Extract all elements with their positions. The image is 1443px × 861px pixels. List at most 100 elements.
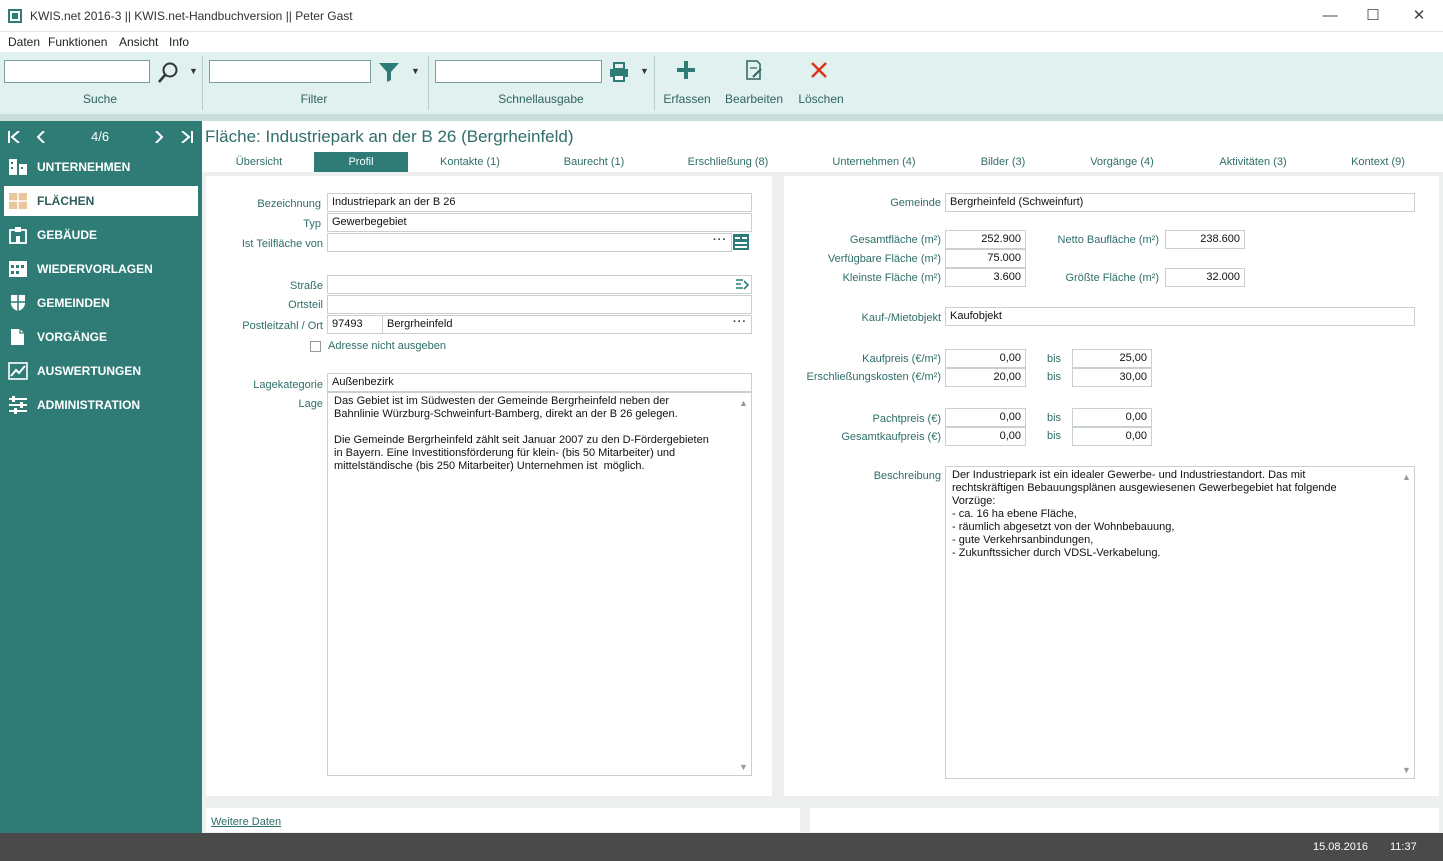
- sidebar-item-label: GEBÄUDE: [37, 228, 98, 242]
- kaufpreis-von-field[interactable]: 0,00: [945, 349, 1026, 368]
- ort-field[interactable]: Bergrheinfeld: [382, 315, 752, 334]
- sidebar-item-flaechen[interactable]: FLÄCHEN: [4, 186, 198, 216]
- tab-profil[interactable]: Profil: [314, 152, 408, 172]
- tab-baurecht[interactable]: Baurecht (1): [546, 152, 642, 172]
- sidebar-item-vorgaenge[interactable]: VORGÄNGE: [4, 322, 198, 352]
- erschliessung-von-field[interactable]: 20,00: [945, 368, 1026, 387]
- first-record-icon[interactable]: [7, 131, 21, 143]
- page-title: Fläche: Industriepark an der B 26 (Bergr…: [205, 127, 574, 146]
- netto-field[interactable]: 238.600: [1165, 230, 1245, 249]
- strasse-label: Straße: [289, 280, 323, 292]
- sidebar-item-administration[interactable]: ADMINISTRATION: [4, 390, 198, 420]
- tab-vorgaenge[interactable]: Vorgänge (4): [1078, 152, 1166, 172]
- close-button[interactable]: ✕: [1396, 0, 1442, 32]
- quickprint-input[interactable]: [435, 60, 602, 83]
- tab-kontakte[interactable]: Kontakte (1): [422, 152, 518, 172]
- last-record-icon[interactable]: [180, 131, 194, 143]
- delete-icon[interactable]: [810, 61, 828, 79]
- area-icon: [9, 193, 27, 209]
- tab-aktivitaeten[interactable]: Aktivitäten (3): [1208, 152, 1298, 172]
- verfuegbar-field[interactable]: 75.000: [945, 249, 1026, 268]
- beschreibung-textarea[interactable]: Der Industriepark ist ein idealer Gewerb…: [945, 466, 1415, 779]
- calendar-icon: [9, 261, 27, 277]
- search-icon[interactable]: [156, 61, 180, 85]
- kaufpreis-label: Kaufpreis (€/m²): [862, 353, 941, 365]
- ortsteil-label: Ortsteil: [288, 299, 323, 311]
- status-date: 15.08.2016: [1313, 841, 1369, 853]
- menu-daten[interactable]: Daten: [8, 35, 40, 49]
- teilflaeche-field[interactable]: [327, 233, 732, 252]
- select-list-icon[interactable]: [733, 234, 749, 250]
- sidebar-item-gemeinden[interactable]: GEMEINDEN: [4, 288, 198, 318]
- typ-field[interactable]: Gewerbegebiet: [327, 213, 752, 232]
- adresse-checkbox-label: Adresse nicht ausgeben: [328, 340, 447, 352]
- lagekategorie-label: Lagekategorie: [253, 379, 323, 391]
- sidebar-item-gebaeude[interactable]: GEBÄUDE: [4, 220, 198, 250]
- scroll-down-icon[interactable]: ▼: [1402, 765, 1411, 775]
- lagekategorie-field[interactable]: Außenbezirk: [327, 373, 752, 392]
- minimize-button[interactable]: —: [1307, 0, 1353, 32]
- sidebar-item-unternehmen[interactable]: UNTERNEHMEN: [4, 152, 198, 182]
- delete-button[interactable]: Löschen: [794, 92, 848, 106]
- edit-button[interactable]: Bearbeiten: [722, 92, 786, 106]
- weitere-daten-link[interactable]: Weitere Daten: [211, 816, 281, 828]
- lage-label: Lage: [298, 398, 323, 410]
- maximize-button[interactable]: ☐: [1350, 0, 1396, 32]
- bezeichnung-field[interactable]: Industriepark an der B 26: [327, 193, 752, 212]
- filter-icon[interactable]: [378, 61, 400, 83]
- filter-dropdown-icon[interactable]: ▼: [411, 66, 420, 76]
- gesamtkauf-von-field[interactable]: 0,00: [945, 427, 1026, 446]
- ortsteil-field[interactable]: [327, 295, 752, 314]
- groesste-field[interactable]: 32.000: [1165, 268, 1245, 287]
- scroll-up-icon[interactable]: ▲: [739, 398, 748, 408]
- gesamtflaeche-field[interactable]: 252.900: [945, 230, 1026, 249]
- bis-label: bis: [1047, 430, 1062, 442]
- sidebar-item-label: WIEDERVORLAGEN: [37, 262, 153, 276]
- search-dropdown-icon[interactable]: ▼: [189, 66, 198, 76]
- tab-unternehmen[interactable]: Unternehmen (4): [820, 152, 928, 172]
- more-icon[interactable]: ···: [733, 316, 747, 328]
- search-input[interactable]: [4, 60, 150, 83]
- menu-funktionen[interactable]: Funktionen: [48, 35, 107, 49]
- scroll-down-icon[interactable]: ▼: [739, 762, 748, 772]
- menu-info[interactable]: Info: [169, 35, 189, 49]
- tab-erschliessung[interactable]: Erschließung (8): [676, 152, 780, 172]
- chart-icon: [8, 362, 28, 380]
- pachtpreis-von-field[interactable]: 0,00: [945, 408, 1026, 427]
- erschliessung-bis-field[interactable]: 30,00: [1072, 368, 1152, 387]
- pachtpreis-label: Pachtpreis (€): [872, 413, 941, 425]
- right-panel: Gemeinde Bergrheinfeld (Schweinfurt) Ges…: [784, 176, 1439, 796]
- window-title: KWIS.net 2016-3 || KWIS.net-Handbuchvers…: [30, 9, 353, 23]
- edit-icon[interactable]: [744, 60, 764, 80]
- add-icon[interactable]: [676, 60, 696, 80]
- geocode-icon[interactable]: [734, 278, 750, 292]
- tab-uebersicht[interactable]: Übersicht: [212, 152, 306, 172]
- create-button[interactable]: Erfassen: [660, 92, 714, 106]
- gesamtkauf-bis-field[interactable]: 0,00: [1072, 427, 1152, 446]
- shield-icon: [11, 295, 25, 311]
- title-bar: KWIS.net 2016-3 || KWIS.net-Handbuchvers…: [0, 0, 1443, 32]
- adresse-checkbox[interactable]: [310, 341, 321, 352]
- sidebar-item-wiedervorlagen[interactable]: WIEDERVORLAGEN: [4, 254, 198, 284]
- printer-icon[interactable]: [608, 61, 630, 83]
- kaufpreis-bis-field[interactable]: 25,00: [1072, 349, 1152, 368]
- filter-input[interactable]: [209, 60, 371, 83]
- plz-field[interactable]: 97493: [327, 315, 384, 334]
- strasse-field[interactable]: [327, 275, 752, 294]
- tab-kontext[interactable]: Kontext (9): [1342, 152, 1414, 172]
- tab-bilder[interactable]: Bilder (3): [970, 152, 1036, 172]
- lage-textarea[interactable]: Das Gebiet ist im Südwesten der Gemeinde…: [327, 392, 752, 776]
- previous-record-icon[interactable]: [36, 131, 46, 143]
- scroll-up-icon[interactable]: ▲: [1402, 472, 1411, 482]
- pachtpreis-bis-field[interactable]: 0,00: [1072, 408, 1152, 427]
- next-record-icon[interactable]: [154, 131, 164, 143]
- print-dropdown-icon[interactable]: ▼: [640, 66, 649, 76]
- bis-label: bis: [1047, 353, 1062, 365]
- menu-ansicht[interactable]: Ansicht: [119, 35, 158, 49]
- kleinste-field[interactable]: 3.600: [945, 268, 1026, 287]
- gemeinde-field[interactable]: Bergrheinfeld (Schweinfurt): [945, 193, 1415, 212]
- more-icon[interactable]: ···: [713, 234, 727, 246]
- sidebar-item-auswertungen[interactable]: AUSWERTUNGEN: [4, 356, 198, 386]
- kaufmiet-field[interactable]: Kaufobjekt: [945, 307, 1415, 326]
- bis-label: bis: [1047, 412, 1062, 424]
